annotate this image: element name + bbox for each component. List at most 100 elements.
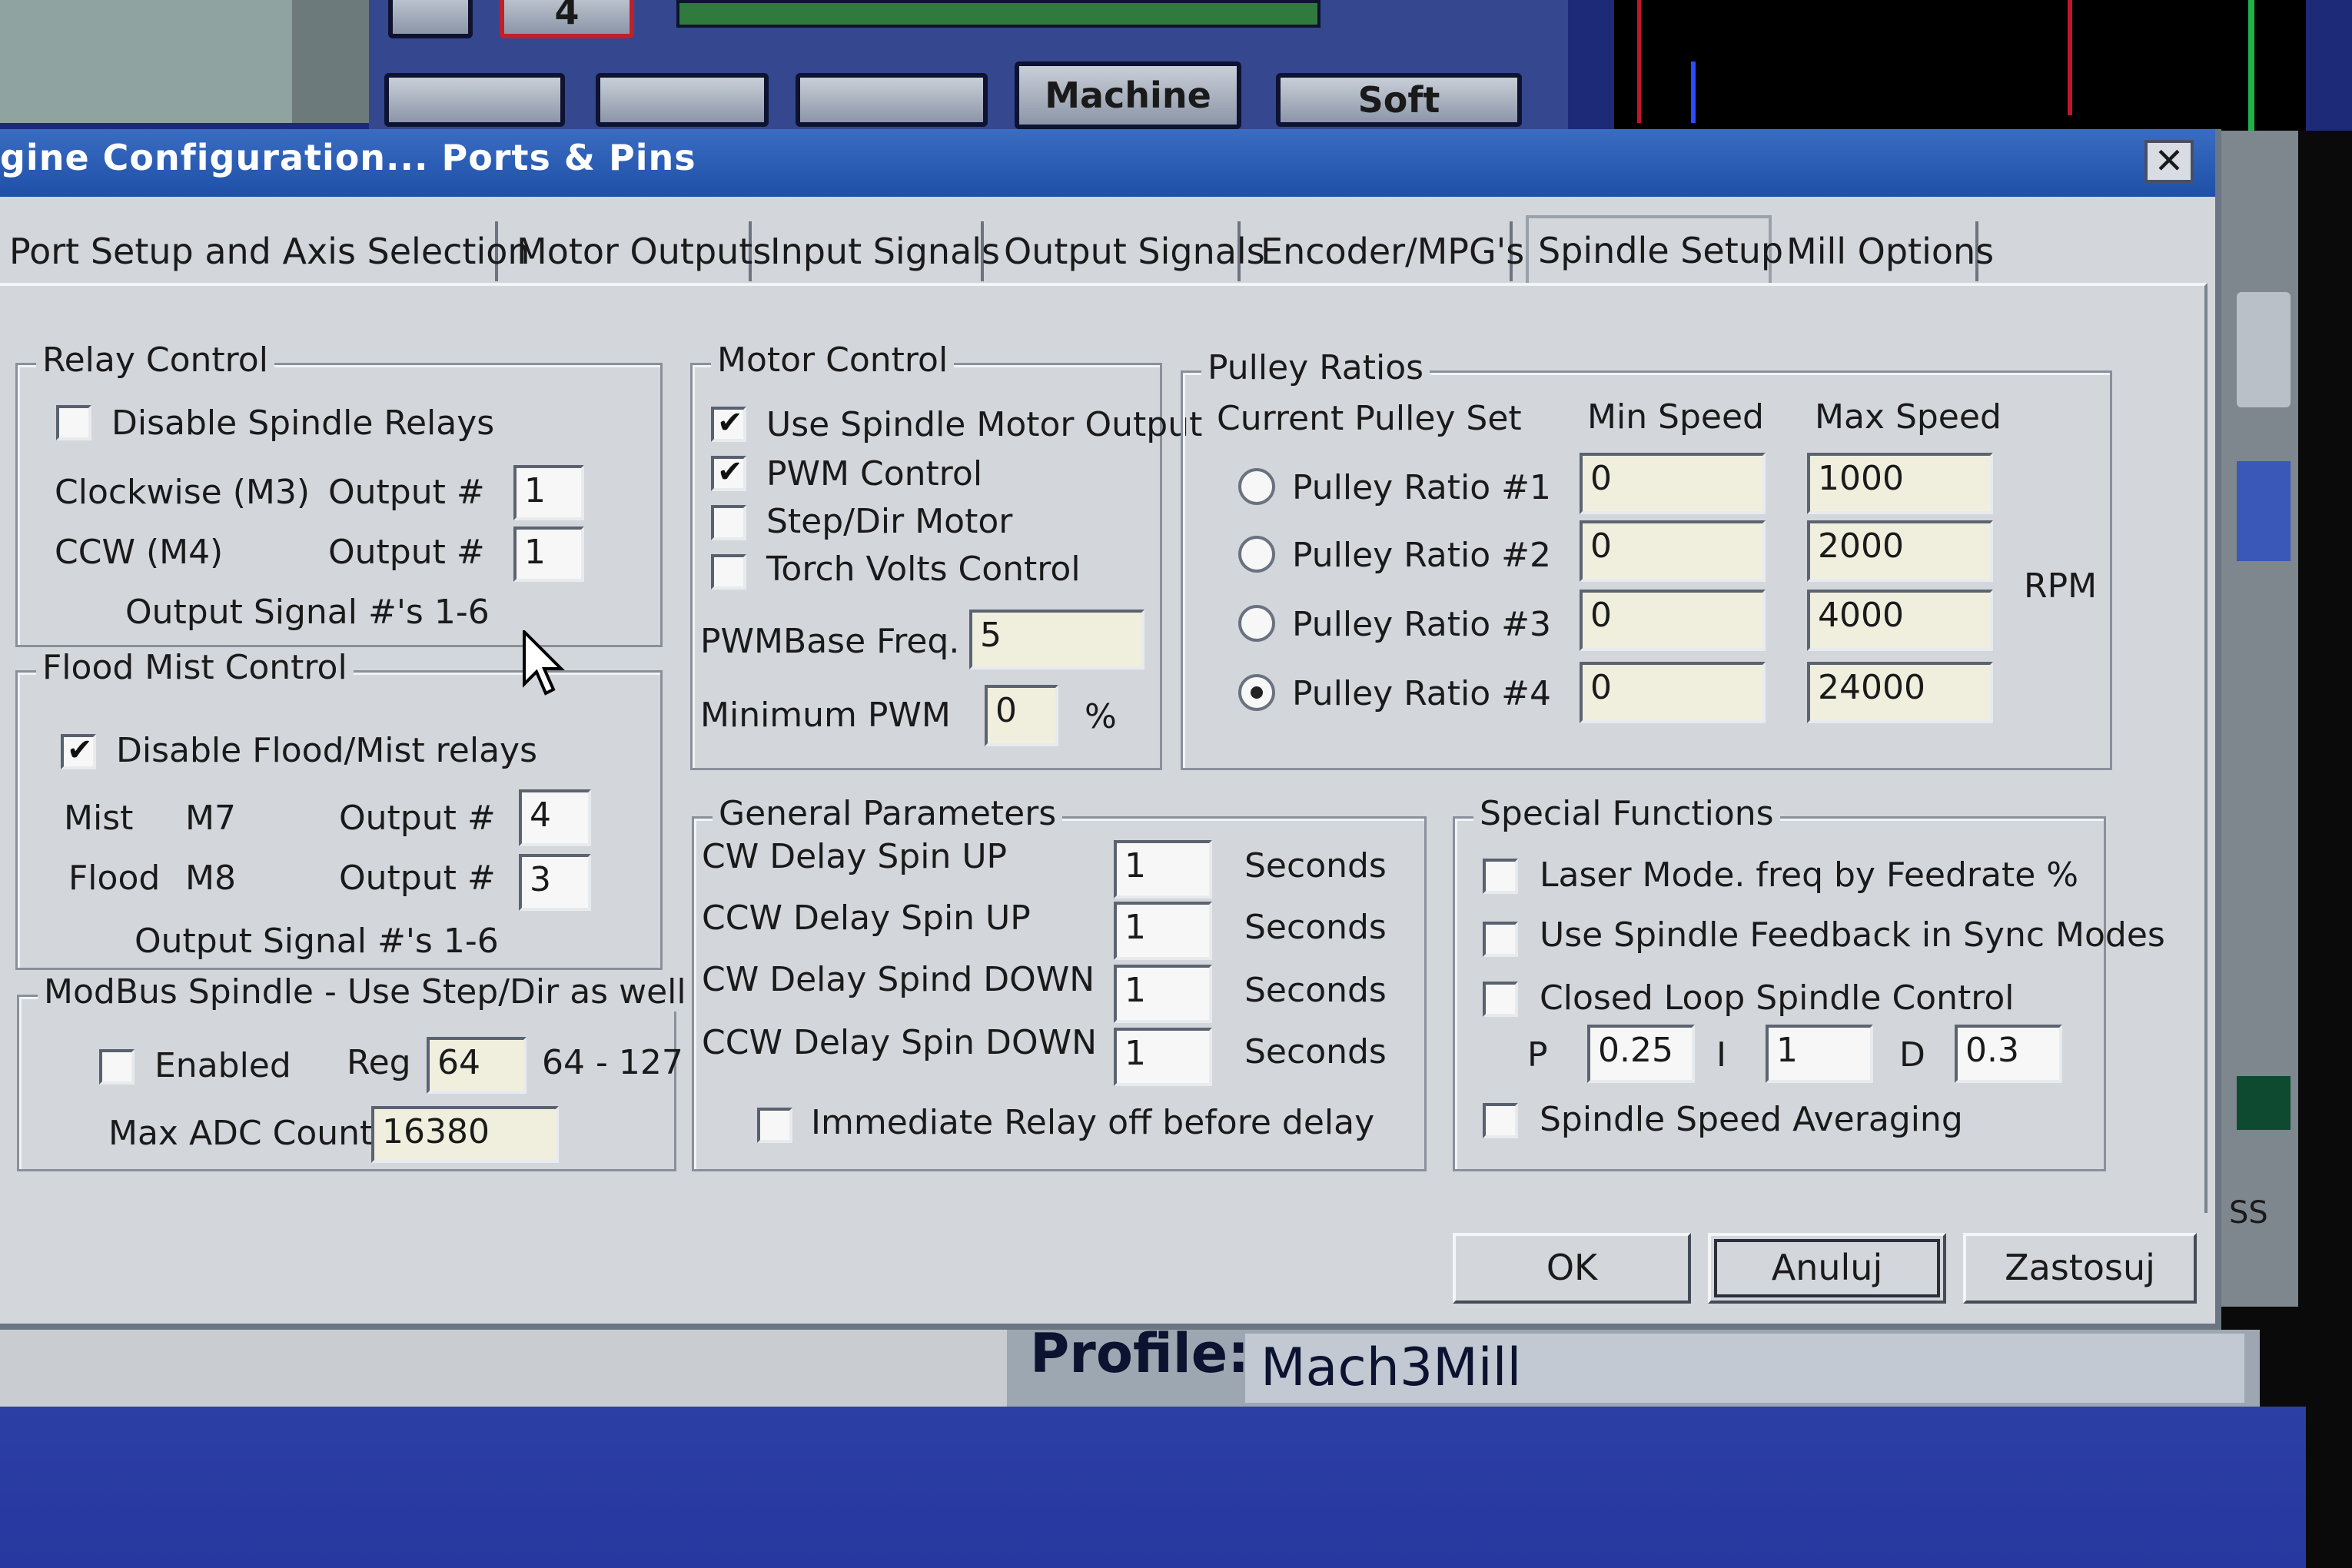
- modbus-legend: ModBus Spindle - Use Step/Dir as well: [38, 972, 693, 1012]
- special-functions-group: Special Functions Laser Mode. freq by Fe…: [1453, 794, 2165, 1171]
- torch-volts-control-checkbox[interactable]: [711, 554, 746, 590]
- d-gain-label: D: [1899, 1035, 1925, 1075]
- reg-field[interactable]: 64: [427, 1037, 527, 1094]
- pulley-4-min-field[interactable]: 0: [1580, 662, 1766, 723]
- max-adc-field[interactable]: 16380: [371, 1106, 559, 1163]
- background-panel: [292, 0, 369, 123]
- spindle-feedback-sync-checkbox[interactable]: [1483, 922, 1518, 957]
- minimum-pwm-unit: %: [1085, 697, 1117, 736]
- cw-delay-spin-down-unit: Seconds: [1244, 971, 1387, 1010]
- ccw-delay-spin-up-field[interactable]: 1: [1114, 902, 1212, 960]
- step-dir-motor-label: Step/Dir Motor: [766, 502, 1013, 541]
- background-button[interactable]: [384, 73, 565, 127]
- tab-encoder-mpg[interactable]: Encoder/MPG's: [1251, 221, 1524, 281]
- pwm-control-checkbox[interactable]: [711, 454, 746, 491]
- pulley-ratio-3-radio[interactable]: [1238, 605, 1275, 642]
- flood-label: Flood: [68, 859, 161, 898]
- modbus-spindle-group: ModBus Spindle - Use Step/Dir as well En…: [17, 972, 693, 1171]
- modbus-enabled-label: Enabled: [154, 1046, 291, 1085]
- pwm-base-freq-field[interactable]: 5: [969, 610, 1144, 669]
- ccw-delay-spin-down-field[interactable]: 1: [1114, 1028, 1212, 1086]
- machine-button[interactable]: Machine: [1015, 61, 1241, 129]
- pulley-ratio-4-radio[interactable]: [1238, 674, 1275, 711]
- cw-delay-spin-down-field[interactable]: 1: [1114, 965, 1212, 1023]
- laser-mode-checkbox[interactable]: [1483, 859, 1518, 894]
- ccw-output-label: Output #: [328, 533, 485, 572]
- relay-signal-note: Output Signal #'s 1-6: [125, 593, 490, 632]
- cw-delay-spin-up-unit: Seconds: [1244, 846, 1387, 885]
- tab-spindle-setup[interactable]: Spindle Setup: [1526, 215, 1783, 284]
- d-gain-field[interactable]: 0.3: [1955, 1025, 2062, 1083]
- pulley-ratios-legend: Pulley Ratios: [1201, 348, 1430, 387]
- p-gain-field[interactable]: 0.25: [1587, 1025, 1695, 1083]
- close-button[interactable]: ✕: [2144, 140, 2194, 183]
- max-adc-label: Max ADC Count: [108, 1114, 374, 1153]
- cancel-button[interactable]: Anuluj: [1708, 1233, 1946, 1304]
- ccw-output-field[interactable]: 1: [513, 527, 584, 582]
- disable-spindle-relays-label: Disable Spindle Relays: [111, 404, 495, 443]
- background-bottom: [0, 1407, 2306, 1568]
- pulley-1-max-field[interactable]: 1000: [1807, 453, 1993, 514]
- pulley-2-max-field[interactable]: 2000: [1807, 520, 1993, 582]
- pulley-3-min-field[interactable]: 0: [1580, 590, 1766, 651]
- background-button[interactable]: [388, 0, 473, 38]
- ok-button[interactable]: OK: [1453, 1233, 1691, 1304]
- pulley-2-min-field[interactable]: 0: [1580, 520, 1766, 582]
- ccw-label: CCW (M4): [55, 533, 224, 572]
- tab-port-setup[interactable]: Port Setup and Axis Selection: [0, 221, 530, 281]
- tab-input-signals[interactable]: Input Signals: [761, 221, 1000, 281]
- spindle-speed-averaging-label: Spindle Speed Averaging: [1540, 1100, 1963, 1139]
- background-button[interactable]: [596, 73, 769, 127]
- soft-limits-button[interactable]: Soft: [1276, 73, 1522, 127]
- mouse-cursor-icon: [523, 630, 565, 696]
- modbus-enabled-checkbox[interactable]: [99, 1049, 135, 1085]
- relay-control-legend: Relay Control: [36, 341, 274, 380]
- pulley-ratio-1-radio[interactable]: [1238, 468, 1275, 505]
- flood-output-label: Output #: [339, 859, 496, 898]
- mist-output-label: Output #: [339, 799, 496, 838]
- pulley-1-min-field[interactable]: 0: [1580, 453, 1766, 514]
- background-button-label: 4: [554, 0, 580, 32]
- cw-output-field[interactable]: 1: [513, 465, 584, 520]
- cw-delay-spin-up-field[interactable]: 1: [1114, 840, 1212, 899]
- spindle-speed-averaging-checkbox[interactable]: [1483, 1103, 1518, 1138]
- spindle-feedback-sync-label: Use Spindle Feedback in Sync Modes: [1540, 915, 2165, 955]
- mist-output-field[interactable]: 4: [519, 789, 591, 846]
- current-pulley-set-label: Current Pulley Set: [1217, 399, 1522, 438]
- disable-flood-mist-checkbox[interactable]: [61, 733, 96, 769]
- general-parameters-legend: General Parameters: [713, 794, 1063, 833]
- tab-motor-outputs[interactable]: Motor Outputs: [507, 221, 771, 281]
- closed-loop-checkbox[interactable]: [1483, 982, 1518, 1017]
- background-scope: [1614, 0, 2306, 131]
- apply-button[interactable]: Zastosuj: [1963, 1233, 2197, 1304]
- pulley-ratio-1-label: Pulley Ratio #1: [1292, 468, 1552, 507]
- background-button-4[interactable]: 4: [500, 0, 634, 38]
- spindle-setup-panel: Relay Control Disable Spindle Relays Clo…: [0, 283, 2207, 1213]
- flood-code: M8: [185, 859, 236, 898]
- min-speed-header: Min Speed: [1587, 397, 1764, 437]
- pulley-ratios-group: Pulley Ratios Current Pulley Set Min Spe…: [1181, 348, 2112, 770]
- pwm-control-label: PWM Control: [766, 454, 983, 493]
- background-button[interactable]: [796, 73, 988, 127]
- pulley-ratio-3-label: Pulley Ratio #3: [1292, 605, 1552, 644]
- background-side-text: SS: [2229, 1195, 2268, 1231]
- dialog-titlebar[interactable]: gine Configuration... Ports & Pins ✕: [0, 129, 2215, 197]
- tab-output-signals[interactable]: Output Signals: [995, 221, 1265, 281]
- tab-mill-options[interactable]: Mill Options: [1777, 221, 1994, 281]
- i-gain-field[interactable]: 1: [1766, 1025, 1873, 1083]
- pulley-3-max-field[interactable]: 4000: [1807, 590, 1993, 651]
- use-spindle-motor-output-checkbox[interactable]: [711, 405, 746, 442]
- profile-label: Profile:: [1030, 1322, 1250, 1385]
- cw-delay-spin-up-label: CW Delay Spin UP: [702, 837, 1008, 876]
- background-right-led: [2237, 1076, 2291, 1130]
- pulley-ratio-2-radio[interactable]: [1238, 536, 1275, 573]
- pulley-4-max-field[interactable]: 24000: [1807, 662, 1993, 723]
- step-dir-motor-checkbox[interactable]: [711, 505, 746, 540]
- relay-control-group: Relay Control Disable Spindle Relays Clo…: [15, 341, 663, 647]
- flood-output-field[interactable]: 3: [519, 854, 591, 911]
- motor-control-legend: Motor Control: [711, 341, 955, 380]
- immediate-relay-off-checkbox[interactable]: [757, 1108, 792, 1143]
- minimum-pwm-field[interactable]: 0: [985, 685, 1058, 746]
- special-functions-legend: Special Functions: [1473, 794, 1780, 833]
- disable-spindle-relays-checkbox[interactable]: [56, 405, 91, 440]
